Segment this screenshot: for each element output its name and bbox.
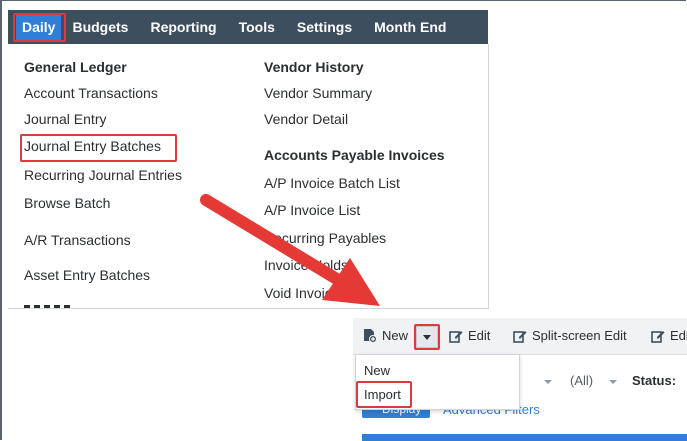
- annotation-arrow-icon: [200, 194, 380, 306]
